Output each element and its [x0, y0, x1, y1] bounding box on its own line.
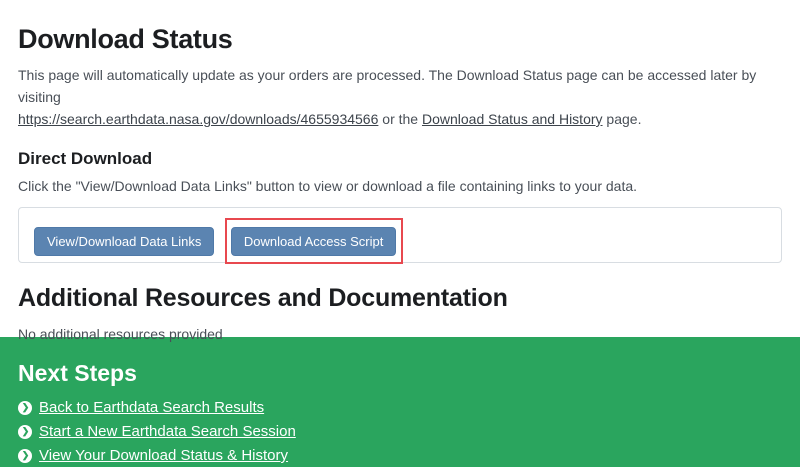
download-links-panel: View/Download Data Links Download Access… — [18, 207, 782, 263]
download-status-page: Download Status This page will automatic… — [0, 0, 800, 337]
intro-text-mid: or the — [378, 111, 422, 127]
circle-arrow-right-icon: ❯ — [18, 449, 32, 463]
direct-download-heading: Direct Download — [18, 149, 782, 169]
download-status-history-link[interactable]: Download Status and History — [422, 111, 603, 127]
next-steps-heading: Next Steps — [18, 360, 782, 387]
intro-text-line1: This page will automatically update as y… — [18, 67, 756, 105]
circle-arrow-right-icon: ❯ — [18, 425, 32, 439]
intro-text-end: page. — [603, 111, 642, 127]
view-download-data-links-wrap: View/Download Data Links — [34, 227, 214, 256]
next-steps-section: Next Steps ❯ Back to Earthdata Search Re… — [0, 337, 800, 467]
download-access-script-wrap: Download Access Script — [231, 227, 396, 256]
back-to-earthdata-search-results-link[interactable]: Back to Earthdata Search Results — [39, 399, 264, 416]
view-download-data-links-button[interactable]: View/Download Data Links — [34, 227, 214, 256]
back-to-results-link-row[interactable]: ❯ Back to Earthdata Search Results — [18, 399, 264, 416]
view-download-status-history-link[interactable]: View Your Download Status & History — [39, 447, 288, 464]
new-session-link-row[interactable]: ❯ Start a New Earthdata Search Session — [18, 423, 296, 440]
circle-arrow-right-icon: ❯ — [18, 401, 32, 415]
direct-download-description: Click the "View/Download Data Links" but… — [18, 178, 782, 194]
intro-paragraph: This page will automatically update as y… — [18, 64, 782, 130]
view-history-link-row[interactable]: ❯ View Your Download Status & History — [18, 447, 288, 464]
additional-resources-heading: Additional Resources and Documentation — [18, 284, 782, 313]
start-new-earthdata-search-session-link[interactable]: Start a New Earthdata Search Session — [39, 423, 296, 440]
page-title: Download Status — [18, 24, 782, 55]
download-access-script-button[interactable]: Download Access Script — [231, 227, 396, 256]
download-page-url-link[interactable]: https://search.earthdata.nasa.gov/downlo… — [18, 111, 378, 127]
